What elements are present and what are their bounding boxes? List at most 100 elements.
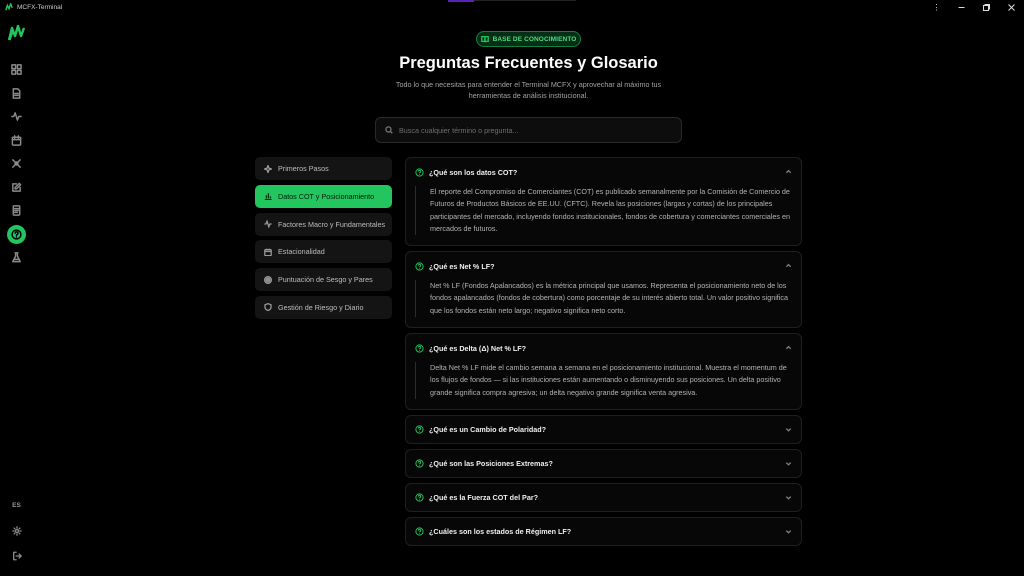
edit-icon xyxy=(12,182,22,192)
faq-list: ¿Qué son los datos COT? El reporte del C… xyxy=(405,157,802,551)
sparkle-icon xyxy=(264,164,272,173)
search-box[interactable] xyxy=(375,117,682,143)
faq-question: ¿Qué son las Posiciones Extremas? xyxy=(429,458,553,468)
faq-item: ¿Qué son las Posiciones Extremas? xyxy=(405,448,802,478)
faq-question: ¿Qué es Delta (Δ) Net % LF? xyxy=(429,343,527,353)
settings-icon xyxy=(11,526,22,536)
sidebar-item-logout[interactable] xyxy=(0,551,33,561)
question-circle-icon xyxy=(415,527,424,536)
category-estacionalidad[interactable]: Estacionalidad xyxy=(255,240,392,264)
sidebar-item-settings[interactable] xyxy=(0,526,33,536)
target-icon xyxy=(264,275,272,284)
language-selector[interactable]: ES xyxy=(0,502,33,509)
category-gestion-riesgo[interactable]: Gestión de Riesgo y Diario xyxy=(255,295,392,319)
sidebar-item-notes[interactable] xyxy=(0,199,33,223)
faq-question-toggle[interactable]: ¿Qué son los datos COT? xyxy=(406,158,801,186)
help-icon xyxy=(11,229,22,240)
faq-item: ¿Qué es un Cambio de Polaridad? xyxy=(405,414,802,444)
logout-icon xyxy=(12,551,22,561)
category-label: Estacionalidad xyxy=(278,247,325,257)
question-circle-icon xyxy=(415,343,424,353)
top-accent-bar xyxy=(448,0,474,2)
faq-item: ¿Qué son los datos COT? El reporte del C… xyxy=(405,157,802,247)
question-circle-icon xyxy=(415,425,424,434)
sidebar-item-help[interactable] xyxy=(0,223,33,247)
faq-question: ¿Qué es la Fuerza COT del Par? xyxy=(429,492,539,502)
faq-question: ¿Qué es un Cambio de Polaridad? xyxy=(429,424,547,434)
question-circle-icon xyxy=(415,493,424,502)
close-icon[interactable] xyxy=(999,0,1024,14)
category-primeros-pasos[interactable]: Primeros Pasos xyxy=(255,157,392,180)
chevron-down-icon xyxy=(785,496,792,500)
faq-item: ¿Qué es la Fuerza COT del Par? xyxy=(405,482,802,512)
sidebar-item-reports[interactable] xyxy=(0,82,33,106)
category-factores-macro[interactable]: Factores Macro y Fundamentales xyxy=(255,212,392,236)
notes-icon xyxy=(12,205,21,217)
faq-question: ¿Cuáles son los estados de Régimen LF? xyxy=(429,526,572,536)
active-indicator xyxy=(7,224,26,244)
chevron-up-icon xyxy=(785,345,792,350)
chevron-down-icon xyxy=(785,428,792,432)
activity-icon xyxy=(264,220,272,229)
flask-icon xyxy=(12,252,21,263)
faq-answer: Net % LF (Fondos Apalancados) es la métr… xyxy=(415,280,791,318)
badge-label: BASE DE CONOCIMIENTO xyxy=(492,35,577,43)
page-title: Preguntas Frecuentes y Glosario xyxy=(399,54,658,72)
faq-item: ¿Qué es Delta (Δ) Net % LF? Delta Net % … xyxy=(405,333,802,410)
faq-question-toggle[interactable]: ¿Qué es un Cambio de Polaridad? xyxy=(406,416,801,443)
crosshair-icon xyxy=(12,159,21,169)
shield-icon xyxy=(264,303,272,312)
faq-question-toggle[interactable]: ¿Qué es Delta (Δ) Net % LF? xyxy=(406,334,801,362)
faq-question-toggle[interactable]: ¿Cuáles son los estados de Régimen LF? xyxy=(406,518,801,545)
faq-answer: El reporte del Compromiso de Comerciante… xyxy=(415,186,791,236)
chevron-down-icon xyxy=(785,530,792,534)
minimize-icon[interactable] xyxy=(949,0,974,14)
calendar-icon xyxy=(264,248,272,256)
window-title: MCFX-Terminal xyxy=(17,3,63,11)
category-label: Datos COT y Posicionamiento xyxy=(278,191,375,201)
title-bar: MCFX-Terminal xyxy=(0,0,1024,14)
window-controls: ⋮ xyxy=(924,0,1024,14)
question-circle-icon xyxy=(415,262,424,271)
page-subtitle: Todo lo que necesitas para entender el T… xyxy=(395,80,662,100)
maximize-icon[interactable] xyxy=(974,0,999,14)
question-circle-icon xyxy=(415,459,424,468)
sidebar-item-activity[interactable] xyxy=(0,105,33,129)
category-label: Primeros Pasos xyxy=(278,164,329,173)
sidebar-item-tools[interactable] xyxy=(0,152,33,176)
activity-icon xyxy=(11,112,22,122)
bar-chart-icon xyxy=(264,193,272,201)
sidebar-item-lab[interactable] xyxy=(0,246,33,270)
chevron-down-icon xyxy=(785,462,792,466)
category-list: Primeros Pasos Datos COT y Posicionamien… xyxy=(255,157,392,324)
book-icon xyxy=(480,35,489,43)
calendar-icon xyxy=(11,134,22,146)
app-logo-icon xyxy=(5,3,13,11)
search-input[interactable] xyxy=(399,125,681,135)
faq-answer: Delta Net % LF mide el cambio semana a s… xyxy=(415,362,791,399)
category-label: Factores Macro y Fundamentales xyxy=(278,219,386,229)
faq-question-toggle[interactable]: ¿Qué son las Posiciones Extremas? xyxy=(406,450,801,477)
chevron-up-icon xyxy=(785,263,792,268)
faq-question-toggle[interactable]: ¿Qué es la Fuerza COT del Par? xyxy=(406,484,801,511)
more-icon[interactable]: ⋮ xyxy=(924,0,949,14)
faq-question: ¿Qué son los datos COT? xyxy=(429,167,518,177)
mcfx-logo-icon[interactable] xyxy=(7,24,27,42)
search-icon xyxy=(385,126,393,134)
faq-item: ¿Cuáles son los estados de Régimen LF? xyxy=(405,516,802,546)
sidebar-item-journal[interactable] xyxy=(0,176,33,200)
faq-question: ¿Qué es Net % LF? xyxy=(429,261,495,271)
sidebar: ES xyxy=(0,14,33,576)
category-puntuacion-sesgo[interactable]: Puntuación de Sesgo y Pares xyxy=(255,268,392,292)
knowledge-base-badge: BASE DE CONOCIMIENTO xyxy=(476,31,581,47)
faq-item: ¿Qué es Net % LF? Net % LF (Fondos Apala… xyxy=(405,251,802,329)
document-icon xyxy=(12,87,21,99)
category-datos-cot[interactable]: Datos COT y Posicionamiento xyxy=(255,184,392,208)
faq-question-toggle[interactable]: ¿Qué es Net % LF? xyxy=(406,252,801,280)
category-label: Gestión de Riesgo y Diario xyxy=(278,302,364,312)
sidebar-item-calendar[interactable] xyxy=(0,129,33,153)
question-circle-icon xyxy=(415,167,424,177)
sidebar-nav xyxy=(0,58,33,270)
chevron-up-icon xyxy=(785,169,792,174)
top-divider xyxy=(474,0,576,1)
